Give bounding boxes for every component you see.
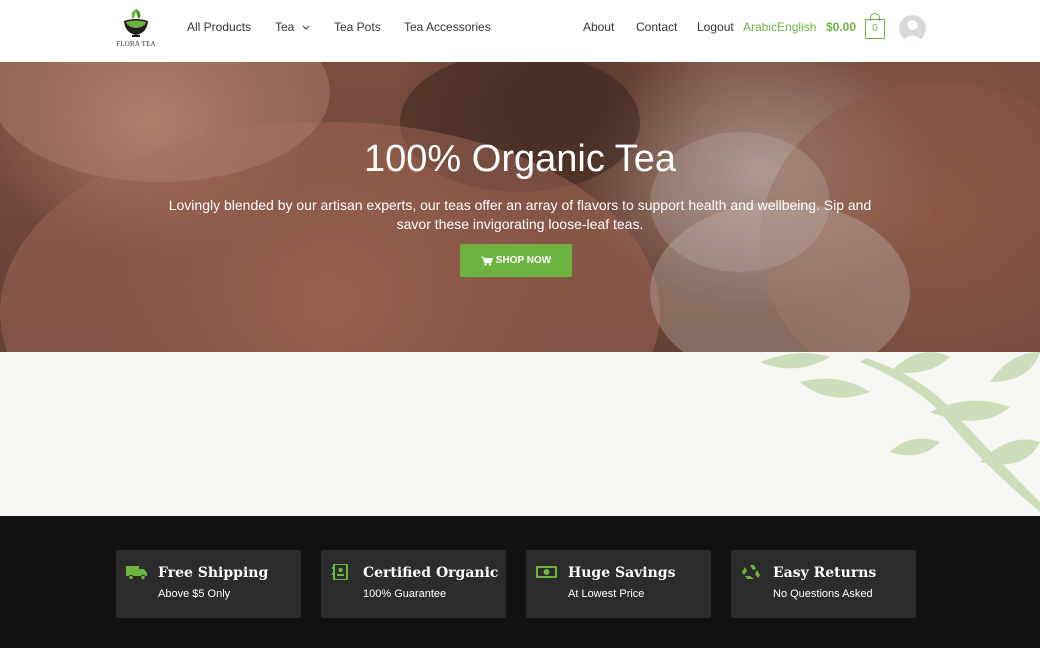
cart-count: 0 xyxy=(872,23,878,34)
hero-subtitle: Lovingly blended by our artisan experts,… xyxy=(168,197,872,232)
feature-title: Certified Organic xyxy=(363,565,499,581)
chevron-down-icon xyxy=(302,25,310,30)
feature-title: Easy Returns xyxy=(773,565,877,581)
feature-card-huge-savings: Huge Savings At Lowest Price xyxy=(526,550,711,618)
cart-total[interactable]: $0.00 xyxy=(826,20,856,34)
feature-card-certified-organic: Certified Organic 100% Guarantee xyxy=(321,550,506,618)
money-icon xyxy=(536,566,557,578)
user-icon xyxy=(902,20,923,42)
cart-icon xyxy=(480,256,493,266)
hero-title: 100% Organic Tea xyxy=(364,138,676,180)
feature-card-easy-returns: Easy Returns No Questions Asked xyxy=(731,550,916,618)
cart-button[interactable]: 0 xyxy=(865,19,885,39)
content-section xyxy=(0,352,1040,516)
truck-icon xyxy=(126,566,147,580)
hero-banner: 100% Organic Tea Lovingly blended by our… xyxy=(0,62,1040,352)
feature-card-free-shipping: Free Shipping Above $5 Only xyxy=(116,550,301,618)
site-header: FLORA TEA All Products Tea Tea Pots Tea … xyxy=(0,0,1040,62)
nav-tea-pots[interactable]: Tea Pots xyxy=(334,20,381,34)
feature-subtitle: 100% Guarantee xyxy=(363,588,447,600)
nav-contact[interactable]: Contact xyxy=(636,20,677,34)
feature-title: Huge Savings xyxy=(568,565,676,581)
logo[interactable]: FLORA TEA xyxy=(114,5,158,51)
feature-subtitle: No Questions Asked xyxy=(773,588,873,600)
nav-tea-accessories[interactable]: Tea Accessories xyxy=(404,20,491,34)
nav-about[interactable]: About xyxy=(583,20,614,34)
shop-now-button[interactable]: SHOP NOW xyxy=(460,244,572,277)
nav-tea[interactable]: Tea xyxy=(275,20,310,34)
feature-subtitle: At Lowest Price xyxy=(568,588,645,600)
shop-now-label: SHOP NOW xyxy=(495,255,552,266)
nav-all-products[interactable]: All Products xyxy=(187,20,251,34)
leaf-decoration-icon xyxy=(760,352,1040,512)
logo-text: FLORA TEA xyxy=(116,40,156,48)
certificate-icon xyxy=(332,564,348,580)
nav-logout[interactable]: Logout xyxy=(697,20,734,34)
recycle-icon xyxy=(742,565,760,579)
feature-subtitle: Above $5 Only xyxy=(158,588,231,600)
feature-title: Free Shipping xyxy=(158,565,269,581)
language-switcher[interactable]: ArabicEnglish xyxy=(743,20,816,34)
tea-bowl-logo-icon xyxy=(124,9,148,37)
features-bar: Free Shipping Above $5 Only Certified Or… xyxy=(0,516,1040,650)
avatar[interactable] xyxy=(899,15,926,42)
